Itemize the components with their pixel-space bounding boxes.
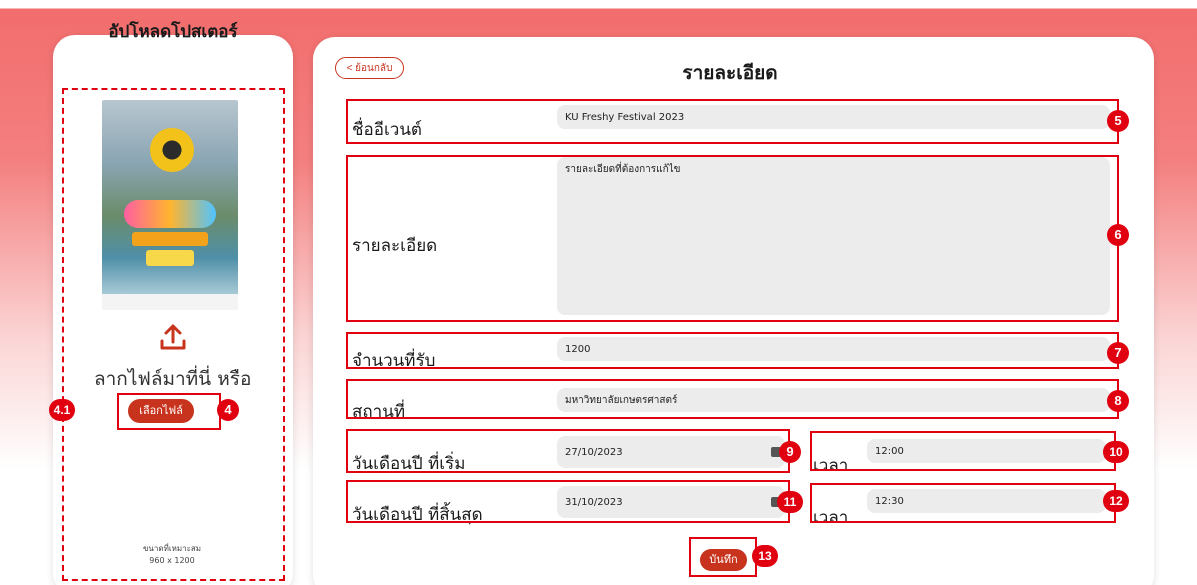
annotation-box-13	[689, 537, 757, 577]
annotation-box-9	[346, 429, 790, 473]
annotation-badge: 9	[779, 441, 801, 463]
annotation-box-4-1	[62, 88, 285, 581]
annotation-badge: 7	[1107, 342, 1129, 364]
annotation-box-5	[346, 99, 1119, 144]
page-title: รายละเอียด	[682, 62, 778, 84]
annotation-box-6	[346, 155, 1119, 322]
annotation-box-4	[117, 393, 221, 430]
annotation-badge: 12	[1103, 490, 1129, 512]
annotation-badge: 10	[1103, 441, 1129, 463]
annotation-box-11	[346, 480, 790, 523]
annotation-box-10	[810, 431, 1116, 471]
annotation-badge: 6	[1107, 224, 1129, 246]
annotation-badge: 13	[752, 545, 778, 567]
annotation-badge: 5	[1107, 110, 1129, 132]
annotation-box-7	[346, 332, 1119, 369]
upload-title: อัปโหลดโปสเตอร์	[108, 22, 238, 42]
annotation-badge: 11	[777, 491, 803, 513]
annotation-badge: 4.1	[49, 399, 75, 421]
annotation-box-12	[810, 483, 1116, 523]
annotation-box-8	[346, 379, 1119, 419]
annotation-badge: 8	[1107, 390, 1129, 412]
back-button[interactable]: < ย้อนกลับ	[335, 57, 404, 79]
annotation-badge: 4	[217, 399, 239, 421]
